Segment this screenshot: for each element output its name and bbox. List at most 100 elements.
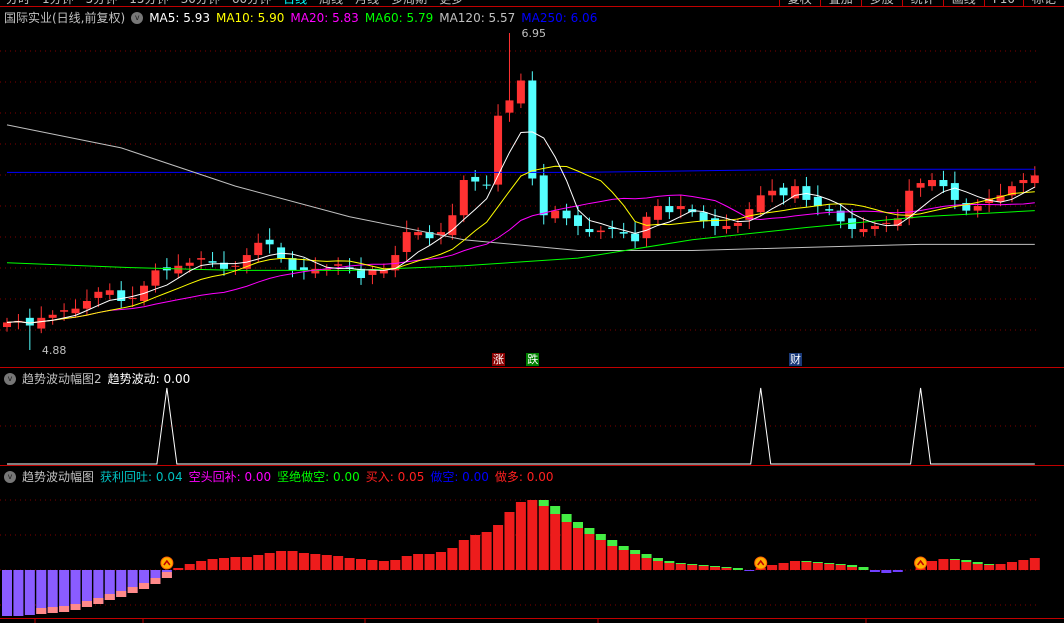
hist-bar-decline (710, 566, 721, 567)
candle-body (1019, 180, 1028, 184)
hist-bar-positive (961, 562, 972, 570)
hist-bar-decline (732, 568, 743, 570)
dropdown-icon[interactable]: v (4, 470, 16, 483)
hist-bar-decline (949, 559, 960, 560)
hist-bar-pink (81, 601, 92, 607)
hist-bar-positive (321, 555, 332, 570)
candle-body (151, 270, 160, 286)
hist-bar-pink (36, 608, 47, 614)
indicator-value: MA250: 6.06 (521, 10, 598, 25)
candle-body (574, 215, 582, 226)
candle-body (528, 80, 537, 179)
candle-body (973, 206, 982, 211)
candle-body (71, 308, 80, 314)
indicator-value: MA10: 5.90 (215, 10, 285, 25)
hist-bar-positive (652, 561, 663, 570)
hist-bar-decline (847, 565, 858, 567)
hist-bar-positive (241, 557, 252, 570)
hist-bar-positive (298, 553, 309, 570)
event-tag[interactable]: 财 (788, 353, 802, 366)
hist-bar-decline (858, 567, 869, 570)
candle-body (779, 187, 788, 196)
hist-bar-positive (1006, 562, 1017, 570)
candle-body (94, 291, 103, 298)
panel-divider[interactable] (0, 367, 1064, 368)
hist-bar-decline (972, 562, 983, 564)
candle-body (928, 180, 937, 187)
candle-body (208, 261, 217, 263)
hist-bar-positive (515, 502, 526, 570)
hist-bar-decline (595, 534, 606, 540)
hist-bar-negative (59, 570, 70, 612)
hist-bar-positive (470, 535, 481, 570)
hist-bar-positive (264, 553, 275, 570)
hist-bar-positive (424, 554, 435, 570)
candle-body (334, 264, 343, 266)
hist-bar-positive (550, 514, 561, 570)
hist-bar-pink (139, 583, 150, 589)
indicator-value: 做空: 0.00 (430, 470, 489, 484)
hist-bar-positive (972, 564, 983, 570)
indicator-value: MA20: 5.83 (290, 10, 359, 25)
candle-body (414, 232, 423, 236)
hist-bar-decline (698, 565, 709, 566)
panel-divider[interactable] (0, 465, 1064, 466)
candle-body (596, 230, 605, 233)
candle-body (459, 180, 468, 216)
buy-marker-icon (160, 556, 174, 570)
hist-bar-positive (310, 554, 321, 570)
kline-chart[interactable]: 6.95 4.88 (0, 0, 1064, 623)
candle-body (825, 209, 834, 211)
hist-bar-positive (458, 540, 469, 570)
candle-body (665, 206, 674, 213)
candle-body (562, 210, 571, 219)
dropdown-icon[interactable]: v (4, 372, 16, 385)
hist-bar-positive (927, 561, 938, 570)
hist-bar-positive (218, 558, 229, 570)
hist-bar-decline (538, 500, 549, 506)
hist-bar-decline (550, 506, 561, 514)
hist-bar-positive (698, 566, 709, 570)
hist-bar-pink (161, 572, 172, 578)
hist-bar-decline (835, 564, 846, 565)
hist-bar-positive (367, 560, 378, 570)
candle-body (174, 265, 183, 274)
hist-bar-decline (652, 558, 663, 561)
hist-bar-positive (435, 552, 446, 570)
hist-bar-negative (2, 570, 12, 616)
candle-body (859, 229, 868, 233)
indicator-value: 获利回吐: 0.04 (100, 470, 183, 484)
dropdown-icon[interactable]: v (131, 11, 144, 24)
hist-bar-positive (333, 556, 344, 570)
hist-bar-positive (184, 564, 195, 570)
hist-bar-positive (949, 560, 960, 570)
hist-bar-positive (938, 559, 949, 570)
hist-bar-positive (641, 558, 652, 570)
hist-bar-positive (356, 559, 367, 570)
hist-bar-positive (835, 565, 846, 570)
buy-marker-icon (754, 556, 768, 570)
hist-bar-negative (892, 570, 903, 572)
hist-bar-negative (47, 570, 58, 613)
event-tag[interactable]: 跌 (526, 353, 540, 366)
hist-bar-positive (173, 568, 184, 570)
candle-body (870, 225, 879, 230)
hist-bar-positive (847, 567, 858, 570)
candle-body (653, 206, 662, 220)
hist-bar-decline (801, 561, 812, 562)
candle-body (756, 195, 765, 213)
event-tag[interactable]: 涨 (492, 353, 506, 366)
hist-bar-positive (481, 532, 492, 570)
candle-body (128, 297, 137, 299)
candle-body (585, 229, 594, 233)
hist-bar-negative (869, 570, 880, 572)
candle-body (37, 317, 46, 329)
stock-title: 国际实业(日线,前复权) (4, 11, 126, 25)
hist-bar-positive (584, 534, 595, 570)
candle-body (939, 180, 948, 187)
hist-bar-positive (675, 564, 686, 570)
hist-bar-positive (287, 551, 298, 570)
hist-bar-positive (253, 555, 264, 570)
hist-bar-decline (824, 563, 835, 564)
hist-bar-positive (630, 554, 641, 570)
